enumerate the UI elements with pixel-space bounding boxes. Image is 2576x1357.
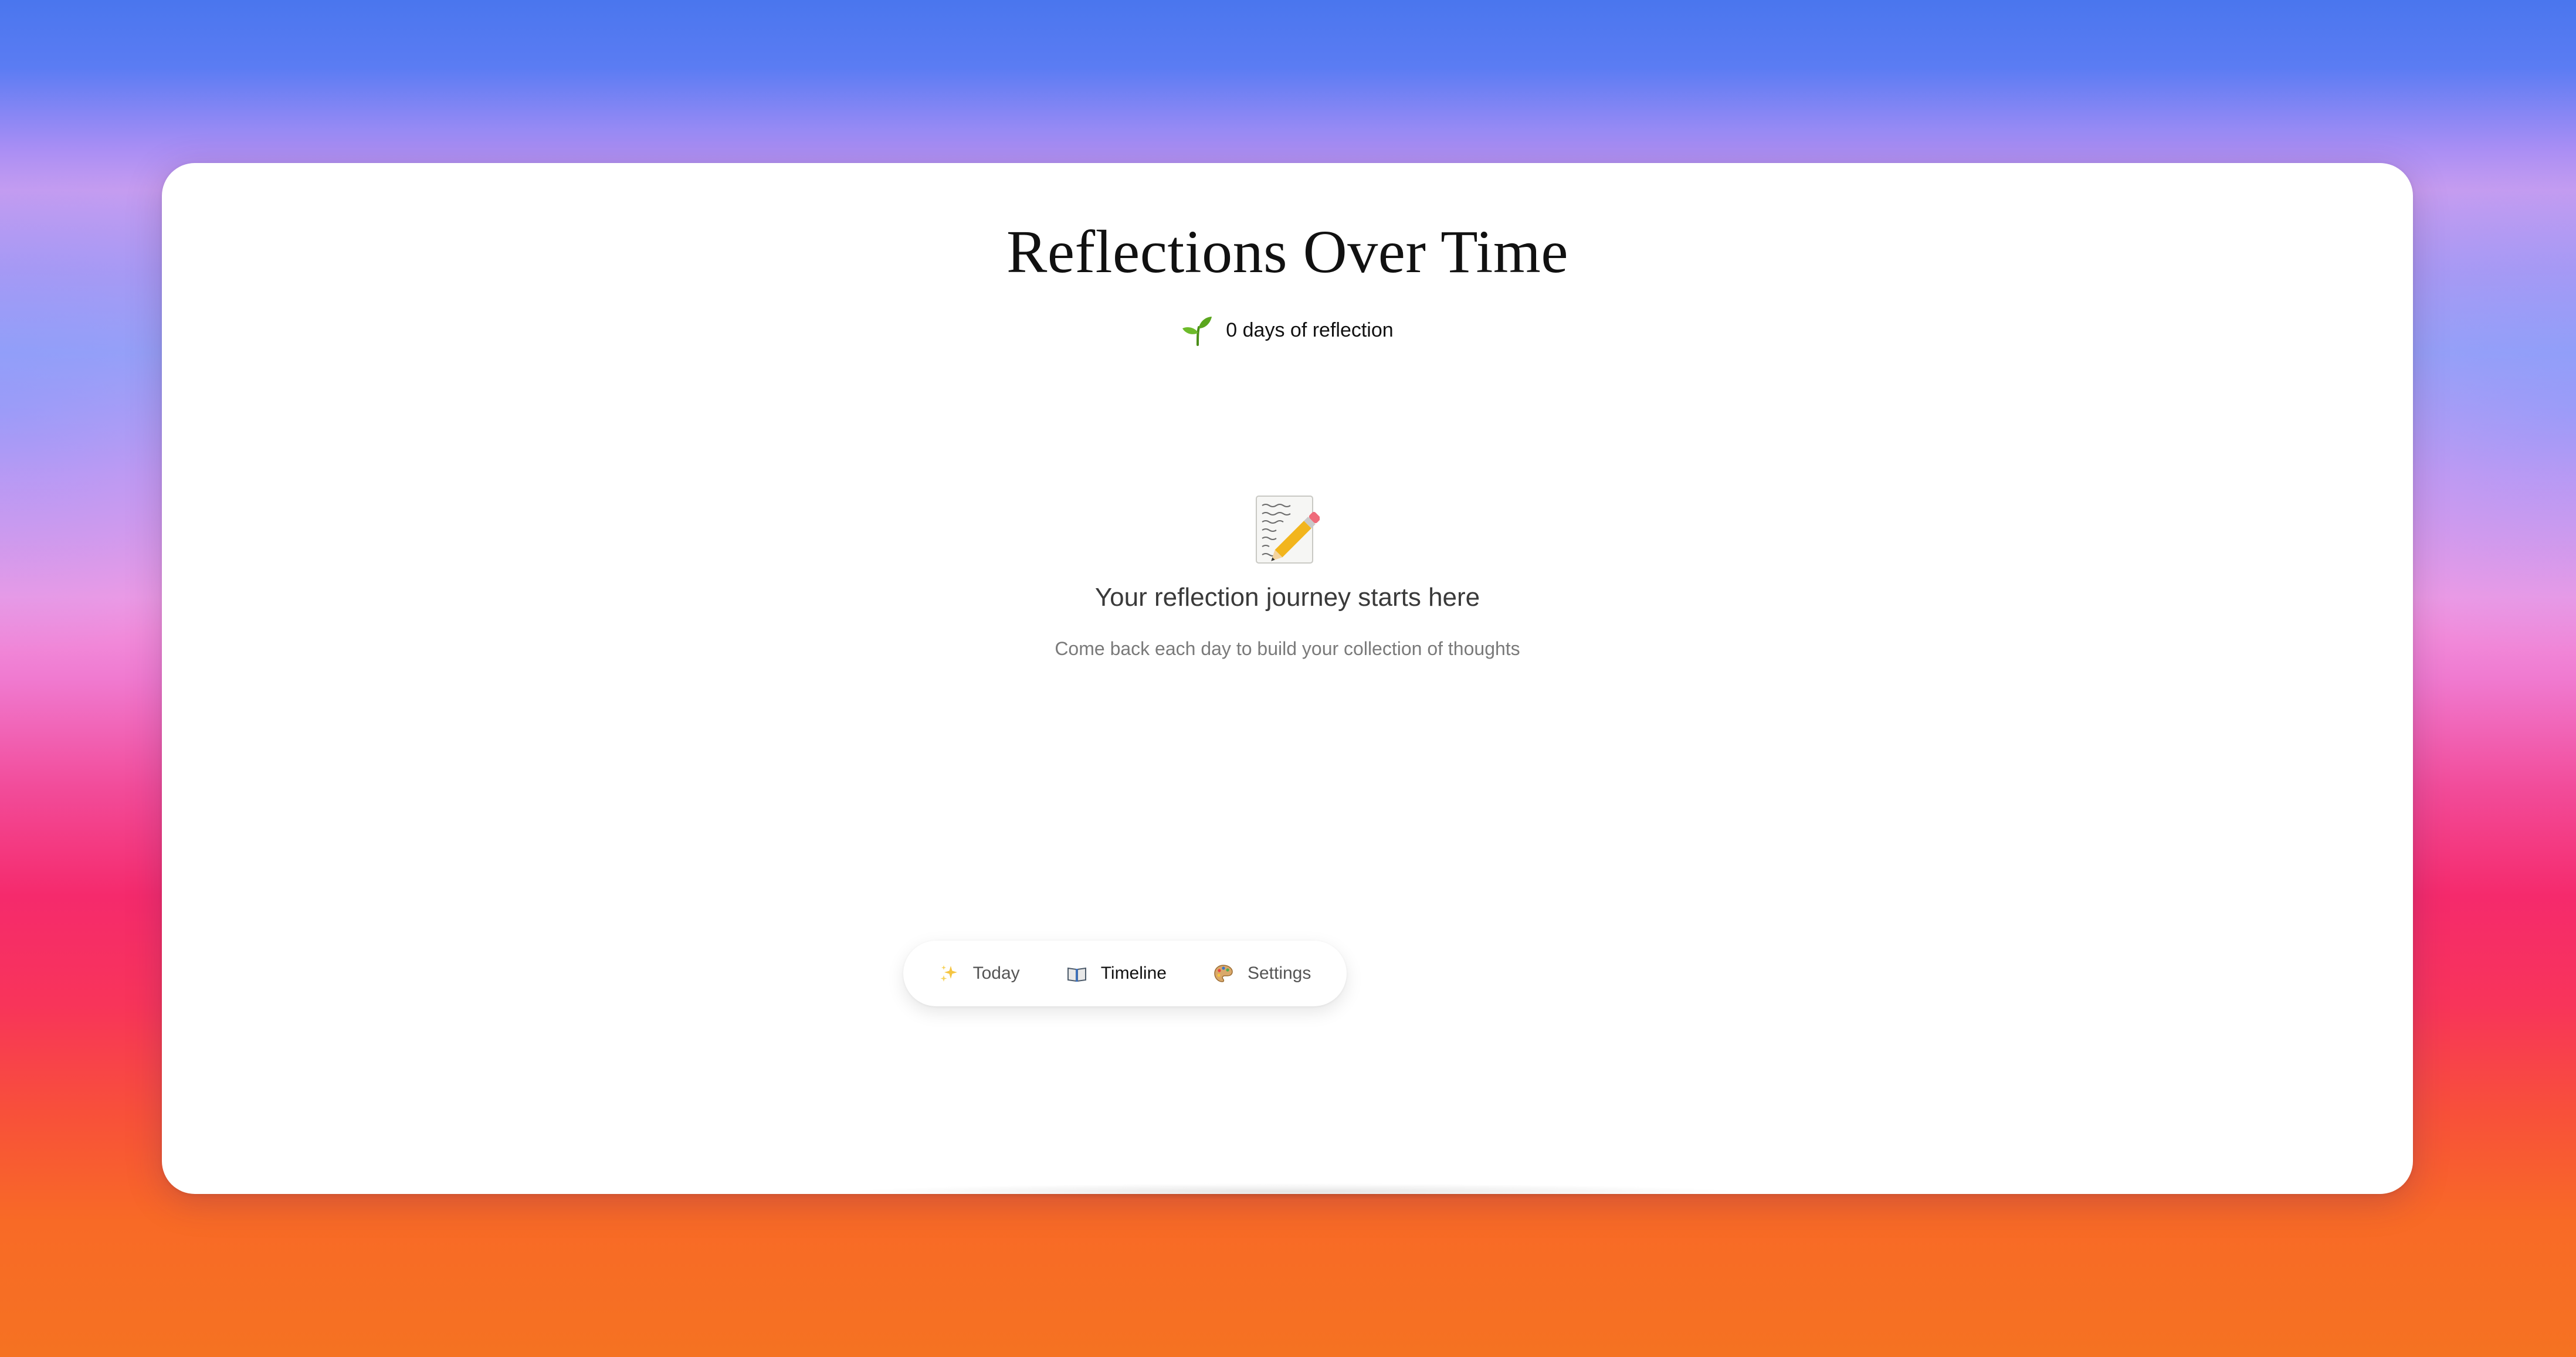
open-book-icon — [1067, 967, 1086, 982]
memo-icon — [1256, 496, 1320, 564]
sparkles-icon — [940, 965, 957, 982]
nav-label-today: Today — [972, 964, 1020, 983]
empty-state-subtitle: Come back each day to build your collect… — [1055, 638, 1520, 659]
nav-label-timeline: Timeline — [1100, 964, 1167, 983]
nav-item-today[interactable]: Today — [939, 964, 1020, 983]
sprout-icon — [1182, 317, 1212, 346]
nav-item-timeline[interactable]: Timeline — [1067, 964, 1167, 983]
nav-item-settings[interactable]: Settings — [1214, 964, 1311, 983]
page-title: Reflections Over Time — [1006, 218, 1568, 286]
nav-label-settings: Settings — [1247, 964, 1311, 983]
streak-count-text: 0 days of reflection — [1226, 318, 1394, 341]
streak-indicator: 0 days of reflection — [162, 314, 2413, 346]
palette-icon — [1214, 965, 1233, 982]
bottom-nav: Today Timeline Settings — [903, 941, 1347, 1006]
empty-state: Your reflection journey starts here Come… — [162, 495, 2413, 660]
timeline-card: Reflections Over Time 0 days of reflecti… — [162, 163, 2413, 1194]
empty-state-title: Your reflection journey starts here — [1094, 583, 1480, 612]
